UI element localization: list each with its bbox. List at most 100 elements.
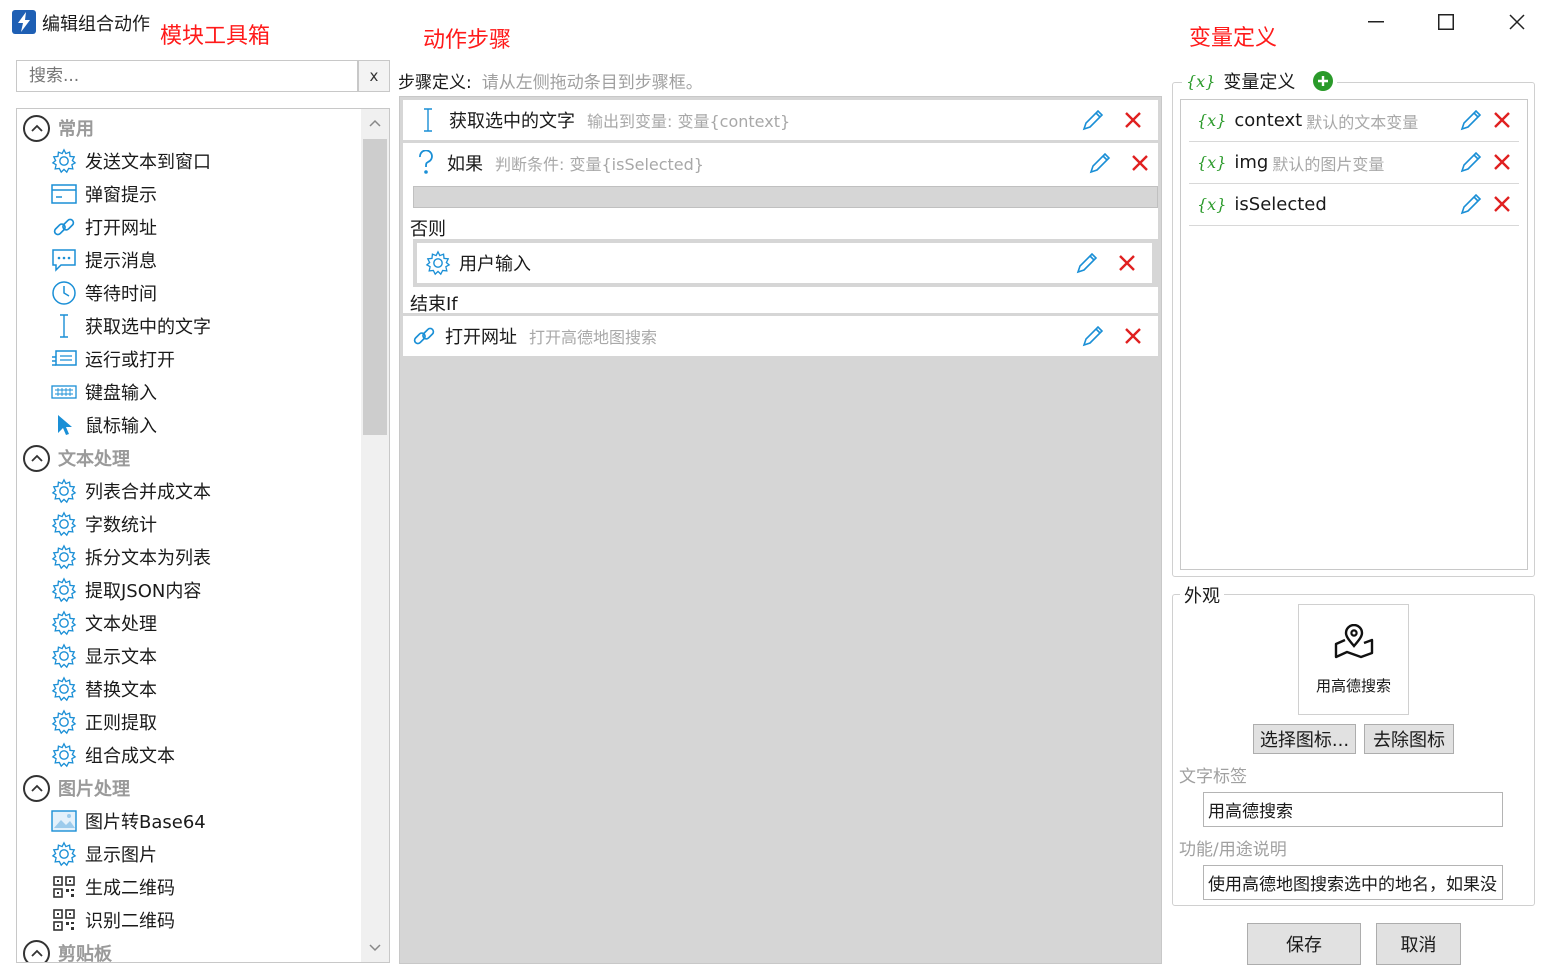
- scroll-thumb[interactable]: [363, 139, 387, 435]
- toolbox-item[interactable]: 拆分文本为列表: [51, 542, 211, 572]
- minimize-button[interactable]: [1356, 2, 1396, 42]
- toolbox-item-label: 显示图片: [85, 845, 157, 866]
- mouse-pointer-icon: [51, 412, 77, 438]
- toolbox-scrollbar[interactable]: [361, 109, 389, 962]
- toolbox-item[interactable]: 提示消息: [51, 245, 157, 275]
- collapse-chevron-icon[interactable]: [23, 939, 50, 962]
- toolbox-item-label: 键盘输入: [85, 383, 157, 404]
- toolbox-item[interactable]: 运行或打开: [51, 344, 175, 374]
- collapse-chevron-icon[interactable]: [23, 444, 50, 472]
- variable-row-img[interactable]: {x} img 默认的图片变量: [1189, 142, 1519, 184]
- variable-icon: {x}: [1197, 111, 1227, 130]
- annotation-toolbox: 模块工具箱: [160, 24, 271, 49]
- step-desc: 判断条件: 变量{isSelected}: [495, 155, 704, 174]
- toolbox-item[interactable]: 字数统计: [51, 509, 157, 539]
- maximize-button[interactable]: [1426, 2, 1466, 42]
- toolbox-item[interactable]: 提取JSON内容: [51, 575, 201, 605]
- text-label-title: 文字标签: [1179, 767, 1247, 787]
- delete-x-icon[interactable]: [1127, 150, 1153, 176]
- edit-pencil-icon[interactable]: [1074, 250, 1100, 276]
- variable-icon: {x}: [1186, 71, 1216, 91]
- delete-x-icon[interactable]: [1120, 323, 1146, 349]
- keyboard-icon: [51, 379, 77, 405]
- choose-icon-button[interactable]: 选择图标...: [1253, 724, 1356, 754]
- gear-icon: [51, 709, 77, 735]
- delete-x-icon[interactable]: [1120, 107, 1146, 133]
- variable-icon: {x}: [1197, 153, 1227, 172]
- icon-caption: 用高德搜索: [1315, 676, 1391, 695]
- scroll-down-arrow-icon[interactable]: [363, 936, 387, 960]
- toolbox-list: 常用 发送文本到窗口 弹窗提示 打开网址 提示消息等待时间获取选中的文字运行或打开键盘输…: [16, 108, 390, 963]
- description-input[interactable]: 使用高德地图搜索选中的地名，如果没: [1203, 865, 1503, 900]
- toolbox-item[interactable]: 正则提取: [51, 707, 157, 737]
- cancel-button[interactable]: 取消: [1376, 923, 1461, 965]
- toolbox-item[interactable]: 列表合并成文本: [51, 476, 211, 506]
- toolbox-item[interactable]: 鼠标输入: [51, 410, 157, 440]
- toolbox-item-label: 等待时间: [85, 284, 157, 305]
- variable-row-context[interactable]: {x} context 默认的文本变量: [1189, 100, 1519, 142]
- collapse-chevron-icon[interactable]: [23, 774, 50, 802]
- edit-pencil-icon[interactable]: [1080, 323, 1106, 349]
- toolbox-item[interactable]: 组合成文本: [51, 740, 175, 770]
- remove-icon-button[interactable]: 去除图标: [1364, 724, 1454, 754]
- toolbox-item[interactable]: 显示文本: [51, 641, 157, 671]
- edit-pencil-icon[interactable]: [1459, 192, 1483, 221]
- close-button[interactable]: [1497, 2, 1537, 42]
- toolbox-item[interactable]: 替换文本: [51, 674, 157, 704]
- toolbox-group-header[interactable]: 图片处理: [23, 773, 130, 803]
- toolbox-group-header[interactable]: 常用: [23, 113, 94, 143]
- scroll-up-arrow-icon[interactable]: [363, 111, 387, 135]
- dialog-icon: [51, 181, 77, 207]
- delete-x-icon[interactable]: [1114, 250, 1140, 276]
- toolbox-item[interactable]: 图片转Base64: [51, 806, 206, 836]
- toolbox-group-header[interactable]: 剪贴板: [23, 938, 112, 962]
- message-icon: [51, 247, 77, 273]
- save-button[interactable]: 保存: [1247, 923, 1361, 965]
- toolbox-item[interactable]: 文本处理: [51, 608, 157, 638]
- search-input[interactable]: [17, 61, 357, 91]
- toolbox-item[interactable]: 等待时间: [51, 278, 157, 308]
- icon-preview[interactable]: 用高德搜索: [1298, 604, 1409, 715]
- text-cursor-icon: [51, 313, 77, 339]
- delete-x-icon[interactable]: [1493, 153, 1511, 176]
- toolbox-item[interactable]: 获取选中的文字: [51, 311, 211, 341]
- collapse-chevron-icon[interactable]: [23, 114, 50, 142]
- step-open-url[interactable]: 打开网址 打开高德地图搜索: [403, 316, 1158, 356]
- variable-desc: 默认的文本变量: [1306, 112, 1419, 132]
- delete-x-icon[interactable]: [1493, 111, 1511, 134]
- if-true-branch-dropzone[interactable]: [413, 186, 1158, 208]
- variable-name: context: [1234, 110, 1303, 131]
- step-user-input[interactable]: 用户输入: [417, 243, 1152, 283]
- step-name: 用户输入: [459, 254, 531, 275]
- toolbox-item[interactable]: 打开网址: [51, 212, 157, 242]
- edit-pencil-icon[interactable]: [1080, 107, 1106, 133]
- toolbox-item-label: 运行或打开: [85, 350, 175, 371]
- add-variable-plus-icon[interactable]: [1313, 71, 1334, 91]
- toolbox-item[interactable]: 显示图片: [51, 839, 157, 869]
- toolbox-item-label: 鼠标输入: [85, 416, 157, 437]
- step-desc: 打开高德地图搜索: [529, 328, 658, 347]
- toolbox-item[interactable]: 弹窗提示: [51, 179, 157, 209]
- delete-x-icon[interactable]: [1493, 195, 1511, 218]
- variables-header: {x} 变量定义: [1182, 68, 1338, 94]
- clock-icon: [51, 280, 77, 306]
- step-if[interactable]: 如果 判断条件: 变量{isSelected}: [403, 143, 1158, 183]
- variable-desc: 默认的图片变量: [1272, 154, 1385, 174]
- toolbox-item-label: 字数统计: [85, 515, 157, 536]
- step-get-selected-text[interactable]: 获取选中的文字 输出到变量: 变量{context}: [403, 100, 1158, 140]
- variable-row-isselected[interactable]: {x} isSelected: [1189, 184, 1519, 226]
- toolbox-item[interactable]: 键盘输入: [51, 377, 157, 407]
- toolbox-item[interactable]: 生成二维码: [51, 872, 175, 902]
- variable-name: isSelected: [1234, 194, 1327, 215]
- steps-area[interactable]: 获取选中的文字 输出到变量: 变量{context} 如果 判断条件: 变量{i…: [399, 96, 1162, 964]
- gear-icon: [51, 643, 77, 669]
- text-label-input[interactable]: 用高德搜索: [1203, 792, 1503, 827]
- edit-pencil-icon[interactable]: [1087, 150, 1113, 176]
- search-clear-button[interactable]: x: [358, 60, 390, 92]
- toolbox-item[interactable]: 识别二维码: [51, 905, 175, 935]
- toolbox-item[interactable]: 发送文本到窗口: [51, 146, 211, 176]
- toolbox-group-header[interactable]: 文本处理: [23, 443, 130, 473]
- edit-pencil-icon[interactable]: [1459, 150, 1483, 179]
- image-icon: [51, 808, 77, 834]
- edit-pencil-icon[interactable]: [1459, 108, 1483, 137]
